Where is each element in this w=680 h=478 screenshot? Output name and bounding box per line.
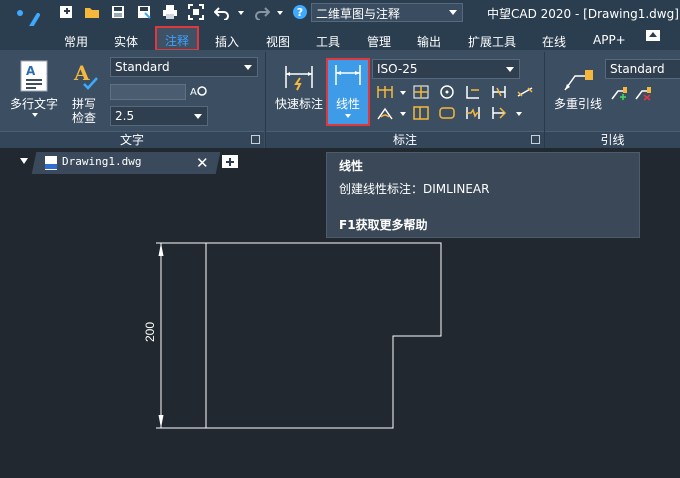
find-text-input[interactable] [110,84,186,100]
baseline-dimension-icon[interactable] [376,84,394,100]
svg-text:A: A [190,87,197,98]
dimension-style-value: ISO-25 [377,62,418,76]
multileader-style-select[interactable]: Standard [605,59,680,79]
tab-output[interactable]: 输出 [417,33,441,50]
redo-dropdown-icon[interactable] [277,11,283,15]
tooltip-help: F1获取更多帮助 [339,218,428,232]
document-list-dropdown-icon[interactable] [20,158,28,164]
angular-dimension-icon[interactable] [376,105,394,121]
print-icon[interactable] [162,4,178,20]
baseline-dropdown-icon[interactable] [400,91,406,95]
mtext-icon: A [20,60,48,92]
chevron-down-icon [244,65,252,70]
add-leader-icon[interactable] [610,85,628,101]
tab-extension-tools[interactable]: 扩展工具 [468,33,516,50]
new-document-tab-button[interactable] [222,155,238,168]
tolerance-icon[interactable] [412,105,430,121]
text-height-value: 2.5 [115,109,135,123]
text-height-select[interactable]: 2.5 [110,106,208,126]
workspace-select[interactable]: 二维草图与注释 [311,3,463,22]
redo-icon[interactable] [254,4,270,20]
open-icon[interactable] [84,4,100,20]
multileader-style-value: Standard [610,62,665,76]
chevron-down-icon [194,114,202,119]
linear-dimension-label: 线性 [336,97,361,111]
new-icon[interactable] [58,4,74,20]
dimension-text: 200 [143,322,157,342]
jogged-linear-icon[interactable] [464,105,482,121]
zoom-extents-icon[interactable] [188,4,204,20]
text-style-value: Standard [115,60,170,74]
help-icon[interactable]: ? [292,4,308,20]
document-tab-label: Drawing1.dwg [62,155,142,168]
find-text-icon[interactable]: A [190,83,208,99]
angular-dropdown-icon[interactable] [400,112,406,116]
dimension-space-icon[interactable] [464,84,482,100]
undo-icon[interactable] [214,4,230,20]
linear-dimension-icon [335,65,361,85]
collapse-ribbon-button[interactable] [646,30,660,41]
quick-dimension-button[interactable]: 快速标注 [275,95,323,112]
tab-insert[interactable]: 插入 [215,33,239,50]
tab-online[interactable]: 在线 [542,33,566,50]
chevron-down-icon [449,10,457,15]
tab-solid[interactable]: 实体 [114,33,138,50]
dimension-break-icon[interactable] [490,84,508,100]
tooltip-description: 创建线性标注：DIMLINEAR [339,182,490,196]
dwg-file-icon [45,156,57,170]
window-title: 中望CAD 2020 - [Drawing1.dwg] [487,7,679,21]
oblique-dimension-icon[interactable] [516,84,534,100]
tab-annotate[interactable]: 注释 [155,26,200,51]
chevron-down-icon [506,67,514,72]
mtext-button[interactable]: 多行文字 [10,95,58,112]
dimension-arrow-top [158,243,164,256]
tooltip-title: 线性 [339,159,364,173]
svg-text:A: A [73,62,90,85]
quick-dimension-icon [285,66,313,91]
save-icon[interactable] [110,4,126,20]
mtext-dropdown-icon[interactable] [32,113,38,117]
tab-app-plus[interactable]: APP+ [593,33,626,47]
center-mark-icon[interactable] [438,84,456,100]
save-as-icon[interactable] [136,4,152,20]
inspection-icon[interactable] [438,105,456,121]
multileader-icon [564,70,593,91]
l-shape-polyline[interactable] [205,242,442,429]
text-panel-launcher-icon[interactable] [251,135,260,144]
text-panel-title: 文字 [0,131,264,148]
tab-home[interactable]: 常用 [64,33,88,50]
leader-panel-title: 引线 [545,131,680,148]
spell-check-icon: A [73,62,98,90]
linear-dropdown-icon[interactable] [345,114,351,118]
undo-dropdown-icon[interactable] [238,11,244,15]
spell-check-label-2[interactable]: 检查 [72,109,96,126]
svg-text:A: A [26,64,36,78]
dimension-style-select[interactable]: ISO-25 [372,59,520,79]
multileader-button[interactable]: 多重引线 [554,95,602,112]
close-icon[interactable]: ✕ [196,154,209,172]
plus-icon [226,158,234,166]
tab-view[interactable]: 视图 [266,33,290,50]
dimension-panel-title: 标注 [266,131,544,148]
dimension-arrow-bottom [158,415,164,428]
workspace-select-value: 二维草图与注释 [316,7,401,21]
svg-text:?: ? [297,6,303,19]
tab-manage[interactable]: 管理 [367,33,391,50]
text-style-select[interactable]: Standard [110,57,258,77]
dimension-panel-launcher-icon[interactable] [531,135,540,144]
ordinate-dimension-icon[interactable] [412,84,430,100]
tab-tools[interactable]: 工具 [316,33,340,50]
remove-leader-icon[interactable] [634,85,652,101]
update-dimension-icon[interactable] [490,105,508,121]
dim-edit-dropdown-icon[interactable] [516,112,522,116]
